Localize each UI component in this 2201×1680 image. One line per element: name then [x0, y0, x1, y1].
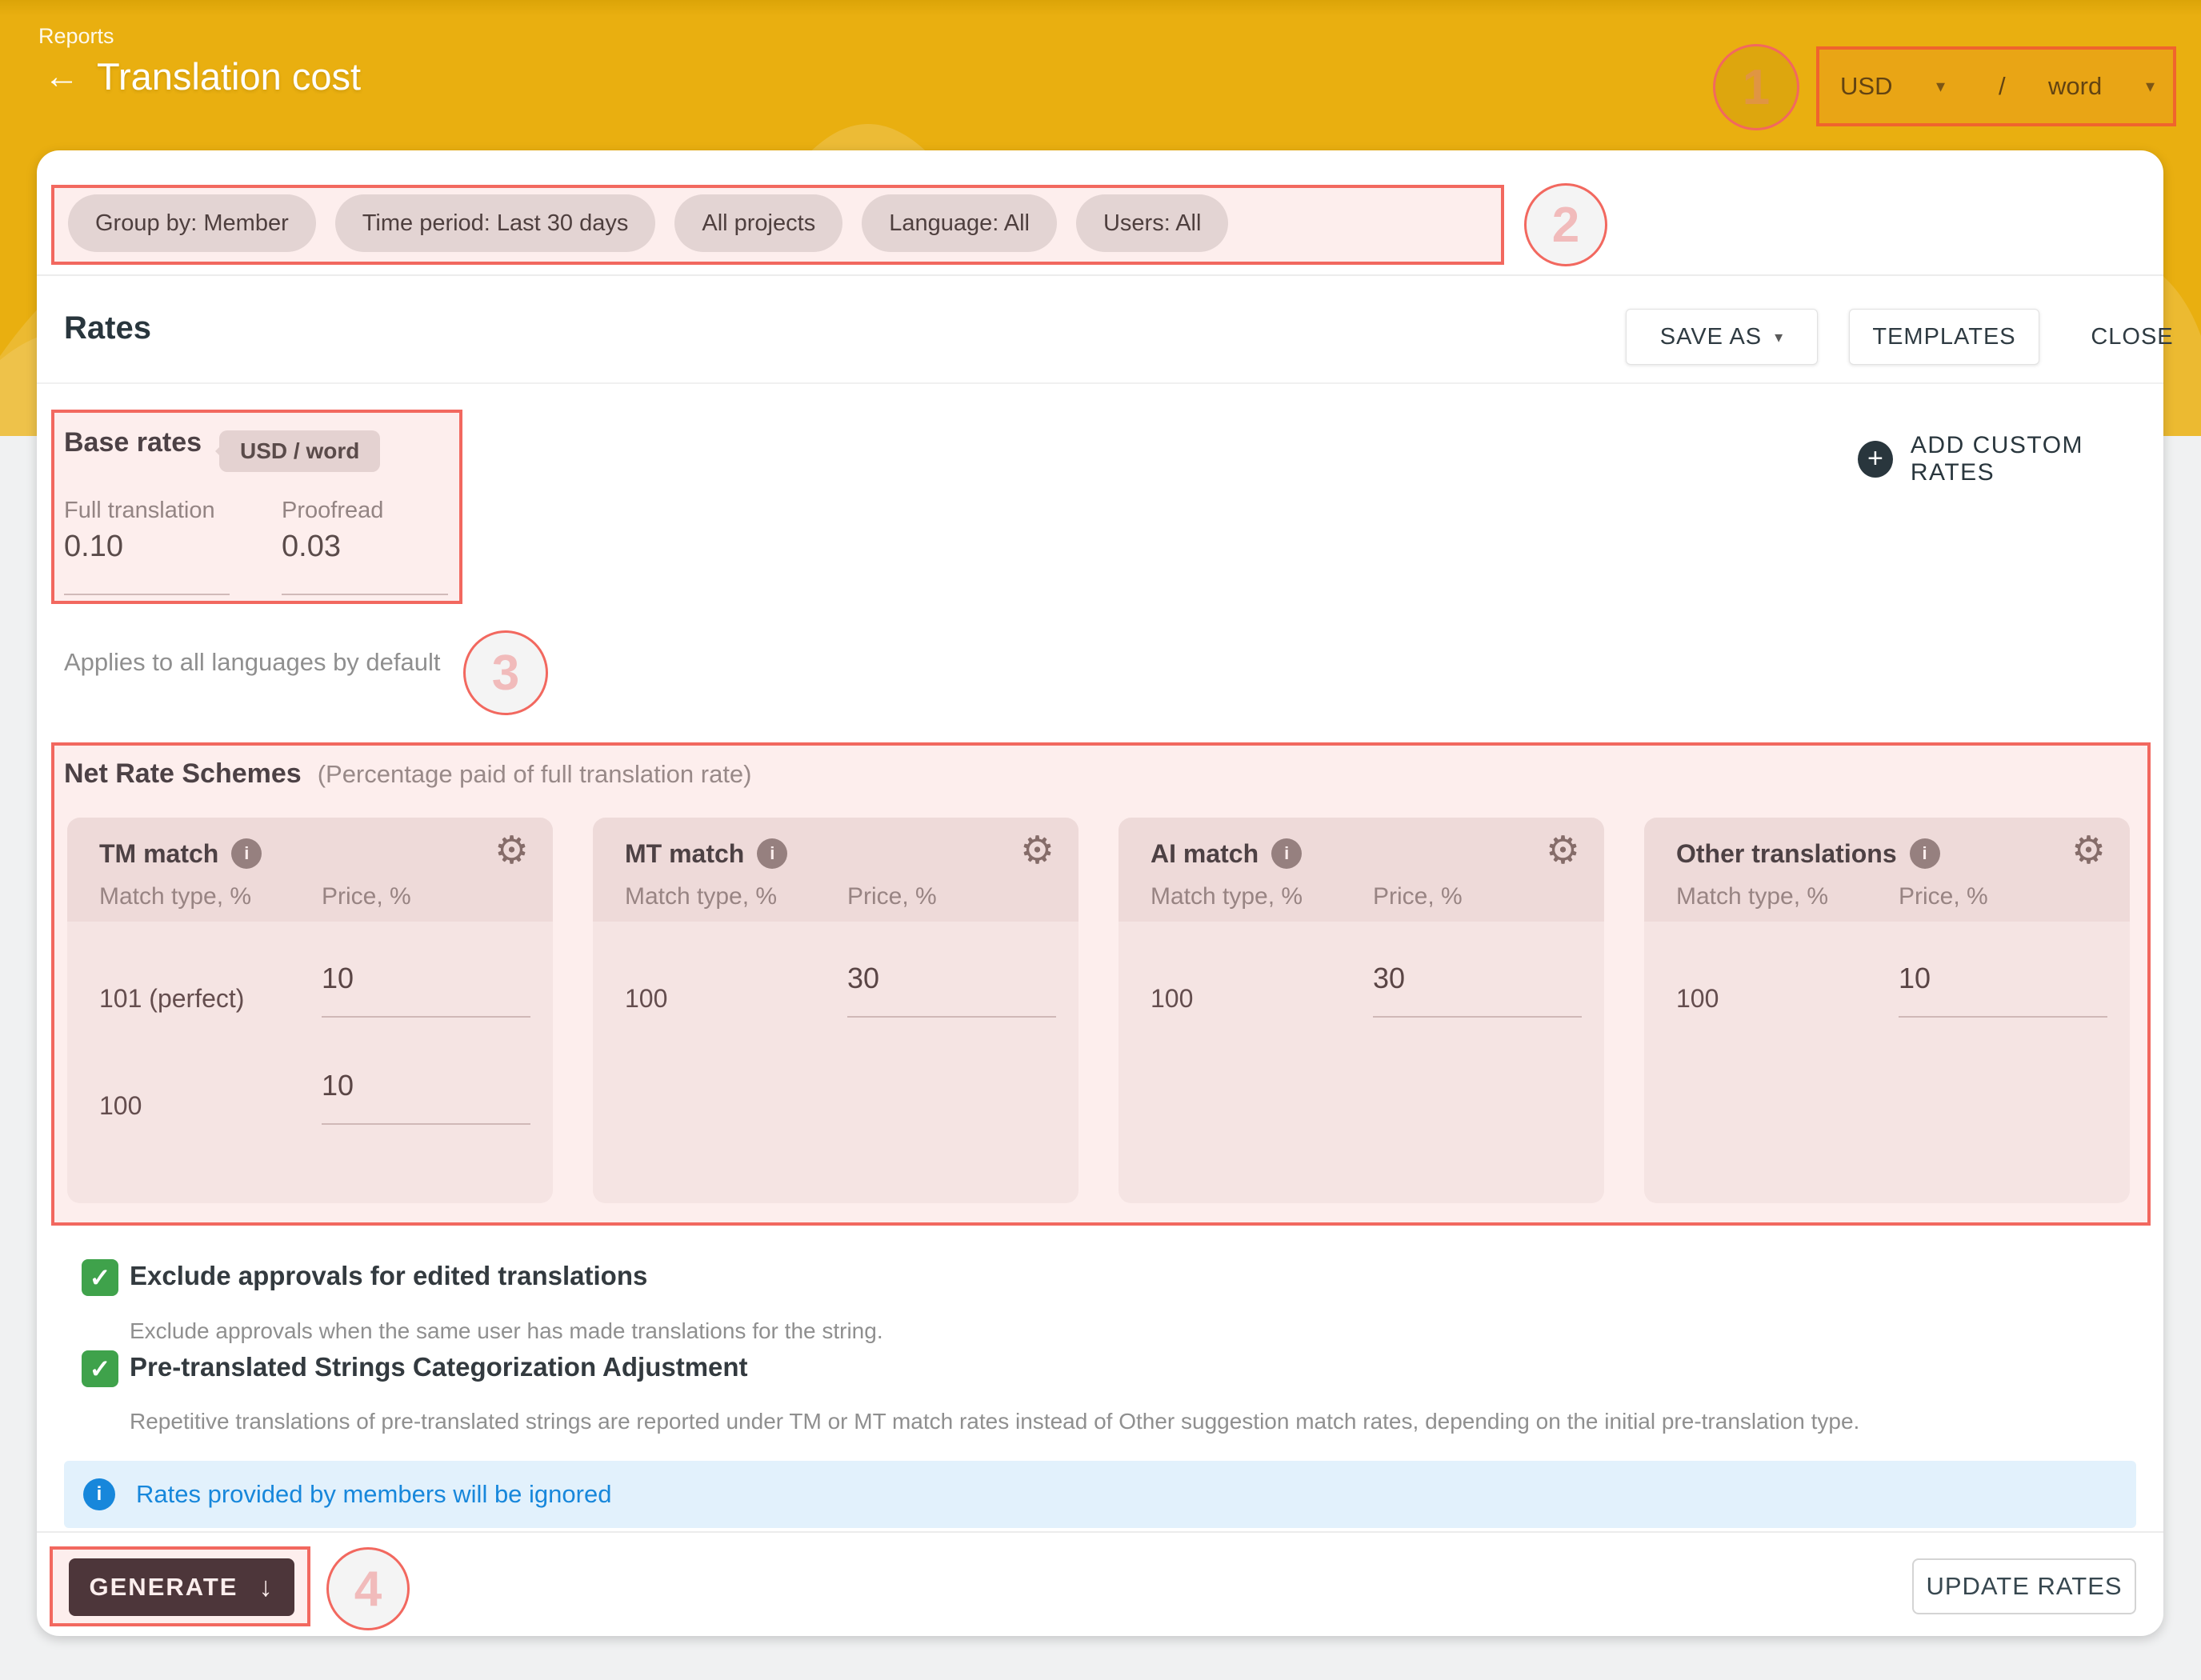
- pretranslated-adjustment-checkbox[interactable]: ✓: [82, 1350, 118, 1387]
- price-column-header: Price, %: [847, 883, 937, 910]
- divider: [37, 1531, 2163, 1533]
- info-icon[interactable]: i: [1910, 838, 1940, 869]
- add-custom-rates-button[interactable]: + ADD CUSTOM RATES: [1858, 432, 2163, 486]
- base-rates-title: Base rates: [64, 427, 202, 458]
- update-rates-button[interactable]: UPDATE RATES: [1912, 1558, 2136, 1614]
- price-column-header: Price, %: [322, 883, 411, 910]
- input-underline: [1373, 1016, 1582, 1018]
- filter-chip-row: Group by: Member Time period: Last 30 da…: [68, 194, 1228, 252]
- check-icon: ✓: [90, 1262, 111, 1293]
- price-input[interactable]: 30: [1373, 962, 1405, 995]
- info-icon[interactable]: i: [231, 838, 262, 869]
- currency-select[interactable]: USD: [1840, 46, 1892, 126]
- ai-match-title: AI match: [1151, 839, 1259, 869]
- ai-match-card: AI match i ⚙ Match type, % Price, % 100 …: [1119, 818, 1604, 1203]
- match-type-column-header: Match type, %: [625, 883, 777, 910]
- filter-chip-users[interactable]: Users: All: [1076, 194, 1228, 252]
- translation-cost-report-page: Reports ← Translation cost USD ▾ / word …: [0, 0, 2201, 1680]
- page-title: Translation cost: [97, 54, 361, 98]
- applies-note: Applies to all languages by default: [64, 648, 441, 677]
- input-underline: [1899, 1016, 2107, 1018]
- proofread-input[interactable]: 0.03: [282, 530, 341, 564]
- input-underline: [64, 594, 230, 595]
- generate-label: GENERATE: [90, 1573, 238, 1602]
- match-type-value: 100: [625, 984, 667, 1014]
- match-type-value: 100: [99, 1091, 142, 1121]
- match-type-column-header: Match type, %: [1151, 883, 1303, 910]
- price-column-header: Price, %: [1899, 883, 1988, 910]
- rates-section-title: Rates: [64, 310, 151, 346]
- gear-icon[interactable]: ⚙: [2071, 832, 2106, 870]
- full-translation-label: Full translation: [64, 498, 215, 524]
- exclude-approvals-description: Exclude approvals when the same user has…: [130, 1318, 883, 1344]
- price-column-header: Price, %: [1373, 883, 1463, 910]
- gear-icon[interactable]: ⚙: [1546, 832, 1580, 870]
- close-button[interactable]: CLOSE: [2080, 309, 2184, 365]
- gear-icon[interactable]: ⚙: [1020, 832, 1054, 870]
- banner-info-icon: i: [83, 1478, 115, 1510]
- mt-match-card: MT match i ⚙ Match type, % Price, % 100 …: [593, 818, 1078, 1203]
- pretranslated-adjustment-label[interactable]: Pre-translated Strings Categorization Ad…: [130, 1352, 748, 1382]
- download-arrow-icon: ↓: [258, 1572, 274, 1603]
- gear-icon[interactable]: ⚙: [494, 832, 529, 870]
- save-as-label: SAVE AS: [1660, 324, 1762, 350]
- save-as-caret-icon: ▾: [1775, 327, 1783, 347]
- check-icon: ✓: [90, 1354, 111, 1384]
- match-type-column-header: Match type, %: [1676, 883, 1828, 910]
- currency-caret-icon[interactable]: ▾: [1936, 46, 1945, 126]
- match-type-value: 100: [1676, 984, 1719, 1014]
- tm-match-title: TM match: [99, 839, 218, 869]
- match-type-value: 101 (perfect): [99, 984, 244, 1014]
- price-input[interactable]: 30: [847, 962, 879, 995]
- filter-chip-projects[interactable]: All projects: [674, 194, 842, 252]
- price-input[interactable]: 10: [322, 1069, 354, 1102]
- mt-match-title: MT match: [625, 839, 744, 869]
- exclude-approvals-label[interactable]: Exclude approvals for edited translation…: [130, 1261, 647, 1291]
- pretranslated-adjustment-description: Repetitive translations of pre-translate…: [130, 1409, 1859, 1434]
- tm-match-card: TM match i ⚙ Match type, % Price, % 101 …: [67, 818, 553, 1203]
- filter-chip-time-period[interactable]: Time period: Last 30 days: [335, 194, 656, 252]
- net-rate-schemes-title: Net Rate Schemes: [64, 758, 302, 790]
- input-underline: [282, 594, 448, 595]
- divider: [37, 382, 2163, 384]
- net-rate-schemes-subtitle: (Percentage paid of full translation rat…: [318, 760, 752, 789]
- filter-chip-group-by[interactable]: Group by: Member: [68, 194, 316, 252]
- other-translations-title: Other translations: [1676, 839, 1897, 869]
- unit-select[interactable]: word: [2048, 46, 2102, 126]
- other-translations-card: Other translations i ⚙ Match type, % Pri…: [1644, 818, 2130, 1203]
- price-input[interactable]: 10: [1899, 962, 1931, 995]
- info-icon[interactable]: i: [757, 838, 787, 869]
- info-icon[interactable]: i: [1271, 838, 1302, 869]
- proofread-label: Proofread: [282, 498, 383, 524]
- unit-separator: /: [1999, 46, 2006, 126]
- info-banner: i Rates provided by members will be igno…: [64, 1461, 2136, 1528]
- exclude-approvals-checkbox[interactable]: ✓: [82, 1259, 118, 1296]
- unit-caret-icon[interactable]: ▾: [2146, 46, 2155, 126]
- divider: [37, 274, 2163, 276]
- add-custom-rates-label: ADD CUSTOM RATES: [1911, 432, 2163, 486]
- plus-icon: +: [1858, 441, 1893, 478]
- match-type-value: 100: [1151, 984, 1193, 1014]
- back-arrow-icon[interactable]: ←: [44, 59, 79, 94]
- report-settings-card: Group by: Member Time period: Last 30 da…: [37, 150, 2163, 1636]
- breadcrumb[interactable]: Reports: [38, 24, 114, 49]
- price-input[interactable]: 10: [322, 962, 354, 995]
- save-as-button[interactable]: SAVE AS ▾: [1626, 309, 1818, 365]
- filter-chip-language[interactable]: Language: All: [862, 194, 1057, 252]
- templates-button[interactable]: TEMPLATES: [1849, 309, 2039, 365]
- generate-button[interactable]: GENERATE ↓: [69, 1558, 294, 1616]
- input-underline: [847, 1016, 1056, 1018]
- full-translation-input[interactable]: 0.10: [64, 530, 123, 564]
- input-underline: [322, 1123, 530, 1125]
- input-underline: [322, 1016, 530, 1018]
- banner-text: Rates provided by members will be ignore…: [136, 1480, 611, 1509]
- base-rates-unit-badge: USD / word: [219, 430, 380, 472]
- match-type-column-header: Match type, %: [99, 883, 251, 910]
